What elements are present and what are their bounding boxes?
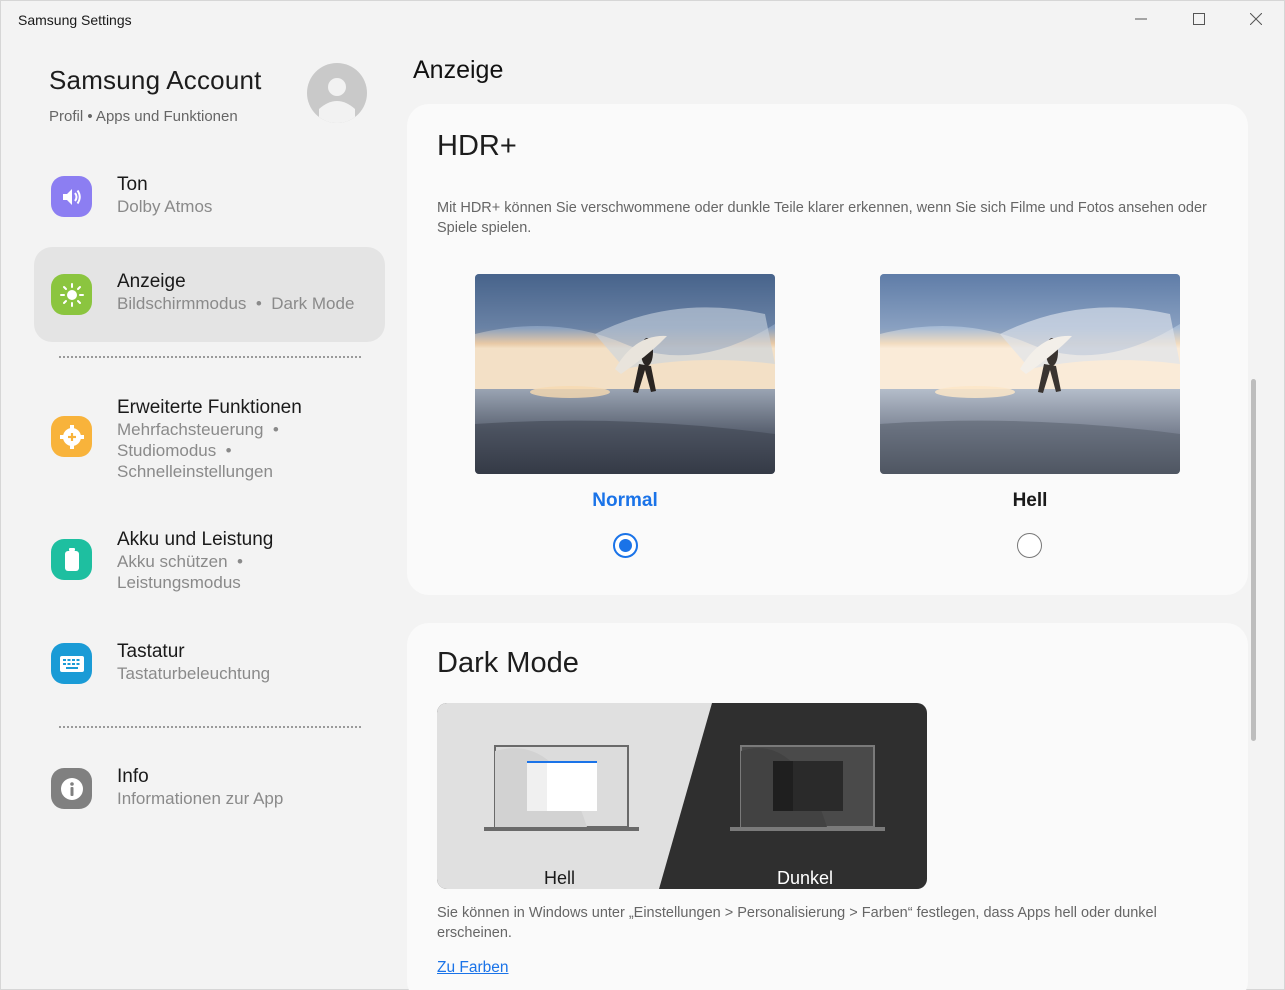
zu-farben-link[interactable]: Zu Farben [437,959,509,977]
scrollbar[interactable] [1251,379,1256,741]
sidebar-item-erweiterte-funktionen[interactable]: Erweiterte Funktionen Mehrfachsteuerung … [34,385,385,489]
info-icon [51,768,92,809]
hdr-normal-preview[interactable] [475,274,775,474]
sidebar-item-label: Anzeige [117,271,186,292]
dark-mode-preview[interactable]: Hell Dunkel [437,703,927,889]
maximize-button[interactable] [1176,1,1222,37]
sidebar-item-sub: Bildschirmmodus • Dark Mode [117,294,355,313]
avatar[interactable] [307,63,367,123]
sidebar-item-label: Tastatur [117,641,185,662]
dark-mode-card: Dark Mode Hell Dunkel Sie können in Wind… [407,623,1248,990]
sidebar-item-tastatur[interactable]: Tastatur Tastaturbeleuchtung [34,629,385,699]
battery-icon [51,539,92,580]
hdr-option-hell-label: Hell [1012,490,1048,511]
close-icon [1250,13,1262,25]
dark-mode-illustration [437,703,927,889]
beach-photo-normal [475,274,775,474]
minimize-icon [1135,18,1147,20]
sidebar-item-label: Ton [117,174,148,195]
sun-icon [51,274,92,315]
title-bar: Samsung Settings [1,1,1284,39]
sidebar-item-label: Akku und Leistung [117,529,274,550]
sidebar-item-sub: Leistungsmodus [117,573,241,592]
close-button[interactable] [1233,1,1279,37]
sidebar-item-sub: Informationen zur App [117,789,284,808]
sidebar-item-ton[interactable]: Ton Dolby Atmos [34,161,385,233]
sidebar-item-akku[interactable]: Akku und Leistung Akku schützen • Leistu… [34,521,385,601]
minimize-button[interactable] [1118,1,1164,37]
dark-mode-description: Sie können in Windows unter „Einstellung… [437,905,1157,941]
sidebar-item-sub: Schnelleinstellungen [117,462,273,481]
hdr-hell-preview[interactable] [880,274,1180,474]
hdr-title: HDR+ [437,130,517,162]
hdr-card: HDR+ Mit HDR+ können Sie verschwommene o… [407,104,1248,595]
hdr-hell-radio[interactable] [1017,533,1042,558]
sidebar-item-sub: Dolby Atmos [117,197,213,216]
hdr-option-normal-label: Normal [592,490,658,511]
beach-photo-bright [880,274,1180,474]
sidebar-item-sub: Studiomodus • [117,441,232,460]
dark-mode-title: Dark Mode [437,647,579,679]
dark-mode-dark-label: Dunkel [777,868,834,888]
sidebar-item-label: Erweiterte Funktionen [117,397,302,418]
app-window: Samsung Settings Samsung Account Profil … [0,0,1285,990]
hdr-normal-radio[interactable] [613,533,638,558]
dark-mode-light-label: Hell [544,868,576,888]
sidebar-item-sub: Mehrfachsteuerung • [117,420,279,439]
divider [59,726,361,728]
maximize-icon [1193,13,1205,25]
person-icon [319,78,355,123]
sidebar-item-label: Info [117,766,149,787]
sidebar-item-sub: Akku schützen • [117,552,243,571]
window-title: Samsung Settings [18,12,132,28]
keyboard-icon [51,643,92,684]
gear-plus-icon [51,416,92,457]
sidebar-item-info[interactable]: Info Informationen zur App [34,753,385,825]
page-title: Anzeige [413,56,504,84]
hdr-description: Mit HDR+ können Sie verschwommene oder d… [437,200,1207,236]
sidebar-item-anzeige[interactable]: Anzeige Bildschirmmodus • Dark Mode [34,247,385,342]
speaker-icon [51,176,92,217]
sidebar-item-sub: Tastaturbeleuchtung [117,664,271,683]
divider [59,356,361,358]
